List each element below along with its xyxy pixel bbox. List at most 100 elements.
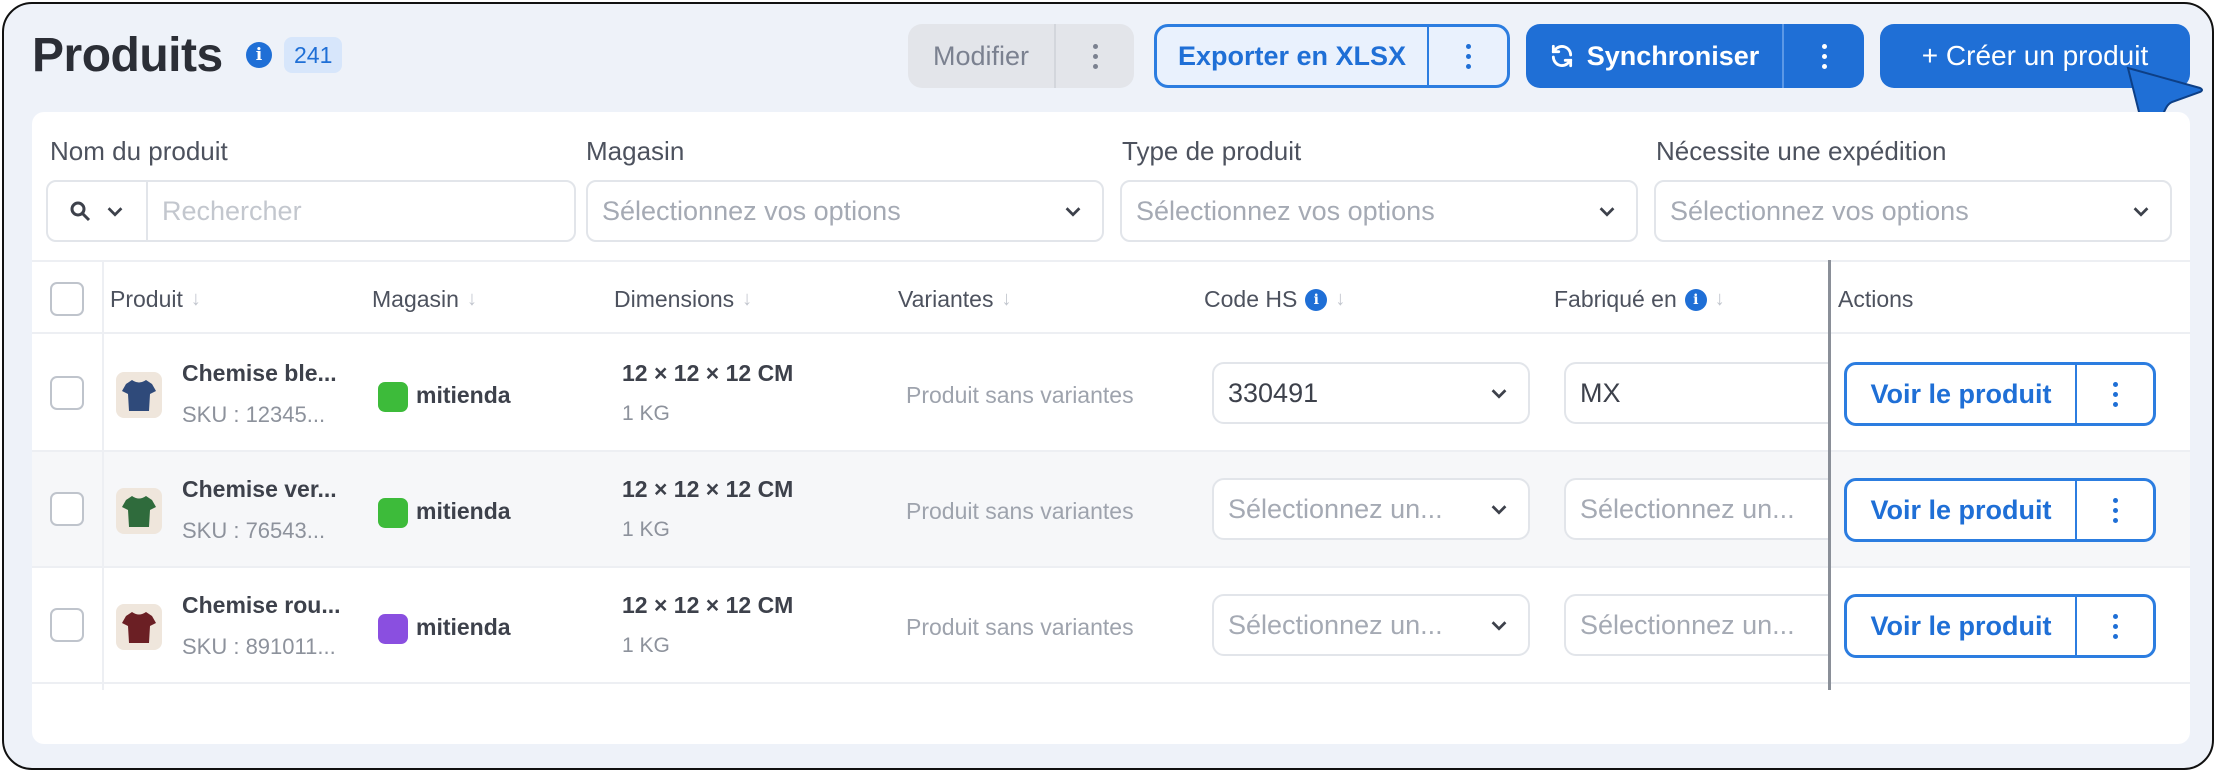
chevron-down-icon — [1491, 505, 1507, 515]
view-product-button[interactable]: Voir le produit — [1847, 597, 2077, 655]
row-more-icon[interactable] — [2077, 481, 2153, 539]
column-product[interactable]: Produit ↓ — [110, 286, 201, 313]
sync-more-icon[interactable] — [1784, 24, 1864, 88]
table-row: Chemise ver... SKU : 76543... mitienda 1… — [32, 452, 2190, 568]
row-more-icon[interactable] — [2077, 597, 2153, 655]
hs-code-select[interactable]: Sélectionnez un... — [1212, 478, 1530, 540]
hs-code-select[interactable]: Sélectionnez un... — [1212, 594, 1530, 656]
store-name: mitienda — [416, 498, 511, 524]
product-weight: 1 KG — [622, 402, 670, 425]
row-checkbox[interactable] — [50, 608, 84, 642]
product-name[interactable]: Chemise rou... — [182, 592, 340, 619]
store-logo-icon — [378, 382, 408, 412]
product-thumbnail — [116, 372, 162, 418]
filter-store-label: Magasin — [586, 136, 685, 166]
column-variants-label: Variantes — [898, 286, 994, 312]
product-dimensions: 12 × 12 × 12 CM — [622, 592, 794, 618]
export-xlsx-button[interactable]: Exporter en XLSX — [1157, 27, 1429, 85]
modify-more-icon[interactable] — [1056, 24, 1134, 88]
store-logo-icon — [378, 614, 408, 644]
product-dimensions: 12 × 12 × 12 CM — [622, 360, 794, 386]
column-hs-code[interactable]: Code HS i ↓ — [1204, 286, 1345, 313]
type-select[interactable]: Sélectionnez vos options — [1120, 180, 1638, 242]
modify-button[interactable]: Modifier — [908, 24, 1056, 88]
origin-country-select[interactable]: Sélectionnez un... — [1564, 478, 1828, 540]
chevron-down-icon — [1491, 389, 1507, 399]
search-input[interactable]: Rechercher — [148, 196, 574, 227]
search-mode-dropdown[interactable] — [48, 182, 148, 240]
product-name[interactable]: Chemise ver... — [182, 476, 337, 503]
column-actions: Actions — [1838, 286, 1914, 312]
product-variants: Produit sans variantes — [906, 614, 1134, 640]
column-product-label: Produit — [110, 286, 183, 312]
column-store[interactable]: Magasin ↓ — [372, 286, 477, 313]
sort-icon: ↓ — [1001, 288, 1012, 310]
export-more-icon[interactable] — [1429, 27, 1507, 85]
type-select-placeholder: Sélectionnez vos options — [1136, 195, 1435, 226]
column-origin[interactable]: Fabriqué en i ↓ — [1554, 286, 1725, 313]
info-icon[interactable]: i — [1305, 288, 1328, 311]
product-name[interactable]: Chemise ble... — [182, 360, 337, 387]
product-count-badge: 241 — [284, 37, 343, 73]
table-header: Produit ↓ Magasin ↓ Dimensions ↓ Variantes ↓… — [32, 260, 2190, 334]
row-checkbox[interactable] — [50, 376, 84, 410]
store-logo-icon — [378, 498, 408, 528]
product-dimensions: 12 × 12 × 12 CM — [622, 476, 794, 502]
row-actions-group: Voir le produit — [1844, 478, 2156, 542]
sync-label: Synchroniser — [1586, 40, 1760, 71]
product-weight: 1 KG — [622, 518, 670, 541]
search-icon — [70, 201, 91, 222]
sort-icon: ↓ — [1335, 288, 1346, 310]
column-hs-code-label: Code HS — [1204, 286, 1298, 312]
actions-column-divider — [1828, 260, 1831, 690]
chevron-down-icon — [1599, 207, 1615, 217]
row-actions-group: Voir le produit — [1844, 362, 2156, 426]
product-variants: Produit sans variantes — [906, 382, 1134, 408]
product-sku: SKU : 76543... — [182, 518, 326, 543]
view-product-button[interactable]: Voir le produit — [1847, 481, 2077, 539]
select-all-checkbox[interactable] — [50, 282, 84, 316]
sync-button[interactable]: Synchroniser — [1526, 24, 1784, 88]
chevron-down-icon — [1065, 207, 1081, 217]
product-thumbnail — [116, 604, 162, 650]
info-icon[interactable]: i — [246, 42, 272, 68]
filter-shipping-label: Nécessite une expédition — [1656, 136, 1947, 166]
sort-icon: ↓ — [742, 288, 753, 310]
row-more-icon[interactable] — [2077, 365, 2153, 423]
chevron-down-icon — [2133, 207, 2149, 217]
sort-icon: ↓ — [190, 288, 201, 310]
column-variants[interactable]: Variantes ↓ — [898, 286, 1011, 313]
chevron-down-icon — [1491, 621, 1507, 631]
refresh-icon — [1551, 44, 1572, 68]
view-product-button[interactable]: Voir le produit — [1847, 365, 2077, 423]
sync-button-group: Synchroniser — [1526, 24, 1864, 88]
products-card: Nom du produit Rechercher Magasin Sélect… — [32, 112, 2190, 744]
info-icon[interactable]: i — [1684, 288, 1707, 311]
shirt-icon — [122, 380, 156, 411]
product-variants: Produit sans variantes — [906, 498, 1134, 524]
origin-country-value: MX — [1580, 377, 1621, 408]
store-select[interactable]: Sélectionnez vos options — [586, 180, 1104, 242]
column-store-label: Magasin — [372, 286, 459, 312]
column-dimensions[interactable]: Dimensions ↓ — [614, 286, 752, 313]
hs-code-value: 330491 — [1228, 377, 1319, 408]
origin-country-select[interactable]: Sélectionnez un... — [1564, 594, 1828, 656]
product-search-field[interactable]: Rechercher — [46, 180, 576, 242]
hs-code-select[interactable]: 330491 — [1212, 362, 1530, 424]
app-frame: Produits i 241 Modifier Exporter en XLSX… — [2, 2, 2214, 770]
sort-icon: ↓ — [466, 288, 477, 310]
hs-code-value: Sélectionnez un... — [1228, 493, 1443, 524]
product-sku: SKU : 891011... — [182, 634, 336, 659]
checkbox-column-divider — [102, 260, 104, 690]
product-thumbnail — [116, 488, 162, 534]
shipping-select[interactable]: Sélectionnez vos options — [1654, 180, 2172, 242]
row-checkbox[interactable] — [50, 492, 84, 526]
origin-country-select[interactable]: MX — [1564, 362, 1828, 424]
modify-button-group: Modifier — [908, 24, 1134, 88]
shirt-icon — [122, 612, 156, 643]
filter-name-label: Nom du produit — [50, 136, 228, 166]
page-title: Produits — [32, 29, 223, 82]
store-name: mitienda — [416, 382, 511, 408]
store-select-placeholder: Sélectionnez vos options — [602, 195, 901, 226]
row-actions-group: Voir le produit — [1844, 594, 2156, 658]
